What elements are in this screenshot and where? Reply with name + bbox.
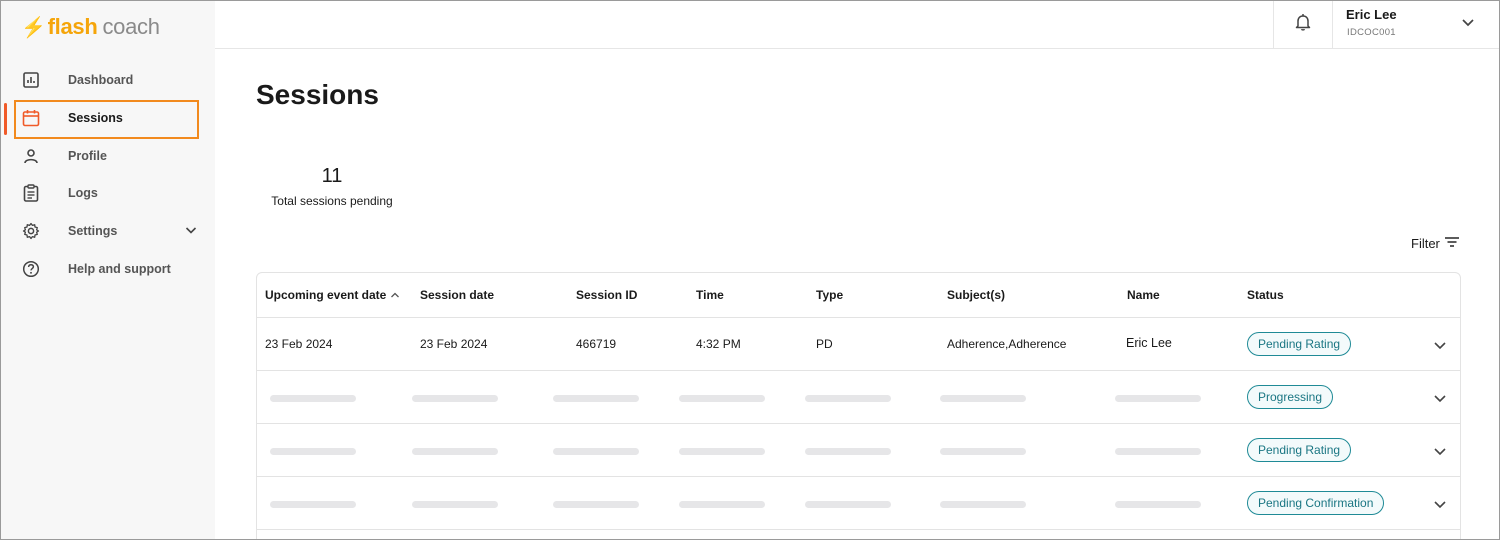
table-header: Upcoming event date Session date Session… <box>257 273 1460 318</box>
loading-placeholder <box>940 448 1026 455</box>
user-id: IDCOC001 <box>1347 27 1396 38</box>
column-header-upcoming-event-date[interactable]: Upcoming event date <box>265 288 400 302</box>
loading-placeholder <box>1115 448 1201 455</box>
expand-row-chevron-icon[interactable] <box>1433 444 1447 463</box>
sidebar-item-label: Help and support <box>68 262 171 276</box>
table-row[interactable]: Pending Rating <box>257 424 1460 477</box>
person-icon <box>22 147 40 165</box>
cell-type: PD <box>816 337 833 351</box>
column-header-session-id[interactable]: Session ID <box>576 288 637 302</box>
app-window: ⚡ flash coach Dashboard Sessions Profile <box>0 0 1500 540</box>
sidebar-item-logs[interactable]: Logs <box>1 174 215 212</box>
loading-placeholder <box>940 395 1026 402</box>
sessions-highlight-box <box>14 100 199 139</box>
table-row[interactable]: 23 Feb 2024 23 Feb 2024 466719 4:32 PM P… <box>257 318 1460 371</box>
table-row[interactable]: Pending Confirmation <box>257 477 1460 530</box>
column-header-name[interactable]: Name <box>1127 288 1160 302</box>
table-row[interactable]: Progressing <box>257 371 1460 424</box>
expand-row-chevron-icon[interactable] <box>1433 497 1447 516</box>
chevron-down-icon[interactable] <box>185 224 197 239</box>
brand-coach: coach <box>102 14 160 39</box>
column-header-type[interactable]: Type <box>816 288 843 302</box>
bolt-icon: ⚡ <box>21 16 46 39</box>
gear-icon <box>22 222 40 240</box>
column-header-time[interactable]: Time <box>696 288 724 302</box>
chevron-down-icon[interactable] <box>1461 15 1475 34</box>
cell-name: Eric Lee <box>1126 336 1172 350</box>
cell-time: 4:32 PM <box>696 337 741 351</box>
loading-placeholder <box>553 395 639 402</box>
clipboard-icon <box>22 184 40 202</box>
cell-session-id: 466719 <box>576 337 617 351</box>
loading-placeholder <box>412 395 498 402</box>
expand-row-chevron-icon[interactable] <box>1433 391 1447 410</box>
top-bar: Eric Lee IDCOC001 <box>215 1 1499 49</box>
loading-placeholder <box>270 395 356 402</box>
sidebar-item-label: Settings <box>68 224 118 238</box>
loading-placeholder <box>940 501 1026 508</box>
column-header-label: Upcoming event date <box>265 288 387 302</box>
loading-placeholder <box>1115 395 1201 402</box>
loading-placeholder <box>679 501 765 508</box>
sidebar-item-dashboard[interactable]: Dashboard <box>1 61 215 99</box>
status-badge: Pending Confirmation <box>1247 491 1385 515</box>
filter-icon <box>1440 236 1460 251</box>
help-circle-icon <box>22 260 40 278</box>
filter-label: Filter <box>1411 236 1440 251</box>
status-badge: Pending Rating <box>1247 332 1352 356</box>
column-header-status[interactable]: Status <box>1247 288 1284 302</box>
bell-icon <box>1295 13 1311 36</box>
page-title: Sessions <box>256 79 379 110</box>
column-header-subjects[interactable]: Subject(s) <box>947 288 1005 302</box>
brand-logo[interactable]: ⚡ flash coach <box>21 13 160 41</box>
sidebar-item-label: Logs <box>68 186 98 200</box>
pending-sessions-label: Total sessions pending <box>271 194 393 208</box>
loading-placeholder <box>553 501 639 508</box>
status-badge: Progressing <box>1247 385 1334 409</box>
cell-upcoming-event-date: 23 Feb 2024 <box>265 337 333 351</box>
sidebar-item-help[interactable]: Help and support <box>1 250 215 288</box>
filter-button[interactable]: Filter <box>1411 236 1460 251</box>
cell-subjects: Adherence,Adherence <box>947 337 1067 351</box>
loading-placeholder <box>679 395 765 402</box>
user-name[interactable]: Eric Lee <box>1346 7 1397 22</box>
sort-ascending-icon <box>386 288 400 302</box>
loading-placeholder <box>805 395 891 402</box>
sidebar-item-profile[interactable]: Profile <box>1 137 215 175</box>
loading-placeholder <box>270 501 356 508</box>
sessions-table: Upcoming event date Session date Session… <box>256 272 1461 539</box>
brand-flash: flash <box>47 14 98 39</box>
loading-placeholder <box>553 448 639 455</box>
loading-placeholder <box>805 448 891 455</box>
loading-placeholder <box>270 448 356 455</box>
loading-placeholder <box>805 501 891 508</box>
pending-sessions-count: 11 <box>321 165 343 187</box>
sidebar: ⚡ flash coach Dashboard Sessions Profile <box>1 1 215 539</box>
expand-row-chevron-icon[interactable] <box>1433 338 1447 357</box>
loading-placeholder <box>679 448 765 455</box>
bar-chart-icon <box>22 71 40 89</box>
column-header-session-date[interactable]: Session date <box>420 288 494 302</box>
sidebar-item-settings[interactable]: Settings <box>1 212 215 250</box>
loading-placeholder <box>412 501 498 508</box>
loading-placeholder <box>1115 501 1201 508</box>
sidebar-item-label: Profile <box>68 149 107 163</box>
loading-placeholder <box>412 448 498 455</box>
status-badge: Pending Rating <box>1247 438 1352 462</box>
cell-session-date: 23 Feb 2024 <box>420 337 488 351</box>
sidebar-item-label: Dashboard <box>68 73 134 87</box>
notifications-button[interactable] <box>1273 1 1333 48</box>
